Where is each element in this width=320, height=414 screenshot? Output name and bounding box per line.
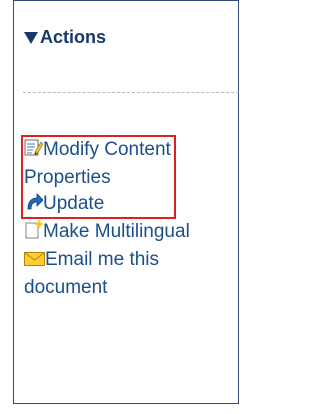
actions-title: Actions <box>40 26 107 47</box>
make-multilingual-label: Make Multilingual <box>43 221 190 242</box>
actions-list: Modify Content Properties Update Make Mu… <box>24 137 238 301</box>
document-edit-icon <box>24 138 44 165</box>
actions-panel: Actions Modify Content Properties Update… <box>13 0 239 404</box>
email-document-link[interactable]: Email me this document <box>24 247 238 301</box>
update-link[interactable]: Update <box>24 191 238 219</box>
email-icon <box>24 249 45 275</box>
update-arrow-icon <box>24 192 44 219</box>
collapse-triangle-icon[interactable] <box>24 32 38 44</box>
modify-content-properties-link[interactable]: Modify Content Properties <box>24 137 238 191</box>
update-label: Update <box>43 193 105 214</box>
modify-content-properties-label: Modify Content Properties <box>24 139 171 188</box>
actions-header[interactable]: Actions <box>24 25 106 49</box>
new-document-icon <box>24 220 43 247</box>
divider <box>23 92 239 93</box>
make-multilingual-link[interactable]: Make Multilingual <box>24 219 238 247</box>
